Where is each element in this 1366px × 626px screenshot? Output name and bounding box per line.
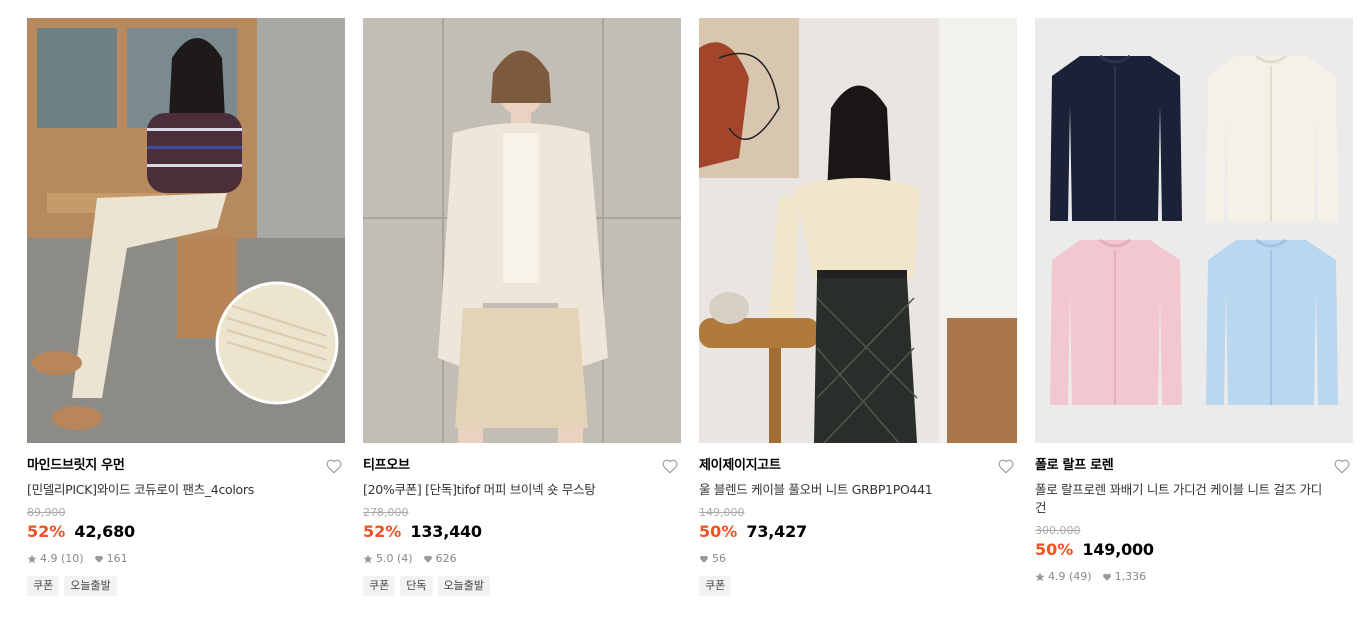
discount-rate: 50% (1035, 540, 1074, 559)
heart-filled-icon (94, 554, 104, 564)
product-grid: 마인드브릿지 우먼 [민델리PICK]와이드 코듀로이 팬츠_4colors 8… (0, 0, 1366, 626)
product-card[interactable]: 폴로 랄프 로렌 폴로 랄프로렌 꽈배기 니트 가디건 케이블 니트 걸즈 가디… (1035, 18, 1353, 585)
discount-rate: 50% (699, 522, 738, 541)
product-meta: 4.9 (49) 1,336 (1035, 569, 1353, 585)
tag-badge: 쿠폰 (363, 576, 396, 596)
heart-filled-icon (699, 554, 709, 564)
star-icon (1035, 572, 1045, 582)
tag-badge: 쿠폰 (27, 576, 60, 596)
tag-badge: 쿠폰 (699, 576, 732, 596)
tag-badge: 단독 (400, 576, 433, 596)
product-image[interactable] (27, 18, 345, 443)
product-meta: 5.0 (4) 626 (363, 551, 681, 567)
brand-name[interactable]: 제이제이지고트 (699, 457, 1017, 475)
star-icon (363, 554, 373, 564)
review-count: (10) (61, 552, 84, 565)
discount-rate: 52% (27, 522, 66, 541)
original-price: 300,000 (1035, 524, 1081, 537)
rating: 5.0 (376, 552, 394, 565)
sale-price: 133,440 (410, 522, 482, 541)
sale-price: 149,000 (1082, 540, 1154, 559)
product-image[interactable] (363, 18, 681, 443)
tag-list: 쿠폰 (699, 576, 1017, 596)
product-name[interactable]: [민델리PICK]와이드 코듀로이 팬츠_4colors (27, 481, 345, 499)
sale-price: 73,427 (746, 522, 807, 541)
rating: 4.9 (40, 552, 58, 565)
discount-rate: 52% (363, 522, 402, 541)
star-icon (27, 554, 37, 564)
tag-badge: 오늘출발 (64, 576, 117, 596)
product-meta: 56 (699, 551, 1017, 567)
original-price: 149,000 (699, 506, 745, 519)
brand-name[interactable]: 폴로 랄프 로렌 (1035, 457, 1353, 475)
review-count: (49) (1069, 570, 1092, 583)
rating: 4.9 (1048, 570, 1066, 583)
tag-badge: 오늘출발 (437, 576, 490, 596)
product-image[interactable] (699, 18, 1017, 443)
review-count: (4) (397, 552, 413, 565)
product-card[interactable]: 제이제이지고트 울 블렌드 케이블 풀오버 니트 GRBP1PO441 149,… (699, 18, 1017, 596)
brand-name[interactable]: 티프오브 (363, 457, 681, 475)
heart-icon[interactable] (1333, 457, 1351, 475)
sale-price: 42,680 (74, 522, 135, 541)
product-image[interactable] (1035, 18, 1353, 443)
product-name[interactable]: [20%쿠폰] [단독]tifof 머피 브이넥 숏 무스탕 (363, 481, 681, 499)
heart-icon[interactable] (325, 457, 343, 475)
product-card[interactable]: 티프오브 [20%쿠폰] [단독]tifof 머피 브이넥 숏 무스탕 278,… (363, 18, 681, 596)
product-card[interactable]: 마인드브릿지 우먼 [민델리PICK]와이드 코듀로이 팬츠_4colors 8… (27, 18, 345, 596)
like-count: 1,336 (1114, 570, 1147, 583)
original-price: 89,900 (27, 506, 66, 519)
like-count: 161 (106, 552, 128, 565)
like-count: 56 (712, 552, 726, 565)
tag-list: 쿠폰 오늘출발 (27, 576, 345, 596)
product-name[interactable]: 울 블렌드 케이블 풀오버 니트 GRBP1PO441 (699, 481, 1017, 499)
like-count: 626 (435, 552, 457, 565)
product-meta: 4.9 (10) 161 (27, 551, 345, 567)
heart-icon[interactable] (661, 457, 679, 475)
tag-list: 쿠폰 단독 오늘출발 (363, 576, 681, 596)
brand-name[interactable]: 마인드브릿지 우먼 (27, 457, 345, 475)
product-name[interactable]: 폴로 랄프로렌 꽈배기 니트 가디건 케이블 니트 걸즈 가디건 (1035, 481, 1353, 517)
heart-filled-icon (423, 554, 433, 564)
heart-icon[interactable] (997, 457, 1015, 475)
original-price: 278,000 (363, 506, 409, 519)
heart-filled-icon (1102, 572, 1112, 582)
